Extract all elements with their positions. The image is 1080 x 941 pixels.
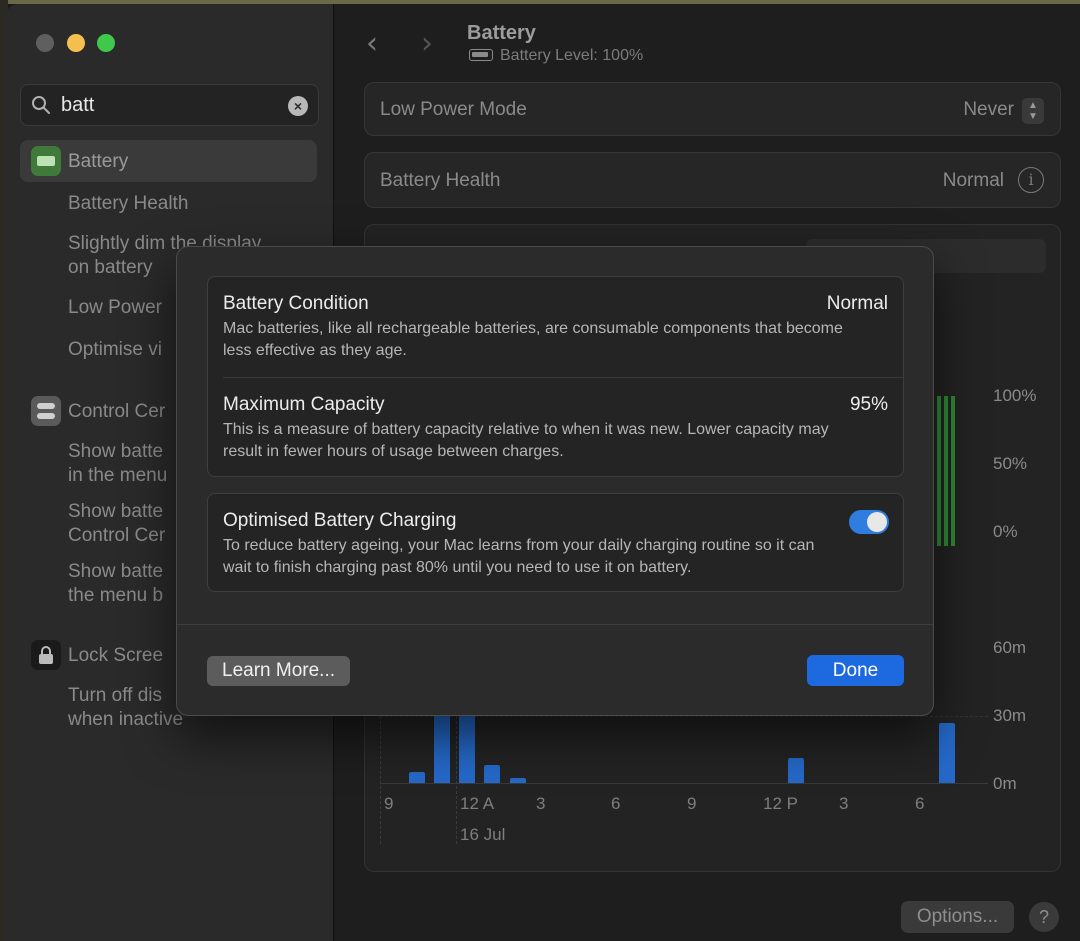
battery-health-value: Normal [942,170,1004,191]
sidebar-item-label: Battery [68,151,129,172]
sidebar-subitem-show-battery[interactable]: Show batte [68,440,163,464]
learn-more-button[interactable]: Learn More... [207,656,350,686]
x-tick: 12 A [460,794,495,813]
usage-tick-0m: 0m [993,774,1017,793]
usage-bar [939,723,955,783]
toggle-knob [867,512,887,532]
low-power-mode-row: Low Power Mode Never ▲ ▼ [364,82,1061,136]
x-tick: 3 [536,794,546,813]
sidebar-item-control-centre[interactable]: Control Cer [68,400,165,424]
battery-health-row: Battery Health Normal i [364,152,1061,208]
low-power-mode-label: Low Power Mode [380,99,527,120]
max-capacity-title: Maximum Capacity [223,394,385,415]
sidebar-subitem-turn-off-display[interactable]: Turn off dis [68,684,162,708]
sidebar-subitem-battery-health[interactable]: Battery Health [68,192,188,216]
clear-search-icon[interactable]: × [288,96,308,116]
battery-icon [31,146,61,176]
sidebar-subitem-low-power[interactable]: Low Power [68,296,162,320]
lock-icon [31,640,61,670]
low-power-mode-value[interactable]: Never [963,99,1014,121]
usage-tick-30m: 30m [993,706,1027,725]
minimize-window-button[interactable] [67,34,85,52]
usage-bar [788,758,804,783]
optimised-charging-toggle[interactable] [849,510,889,534]
done-button[interactable]: Done [807,655,904,686]
level-tick-100: 100% [993,386,1037,405]
sheet-divider [177,624,933,625]
sidebar-subitem-turn-off-display-line2: when inactive [68,709,184,730]
optimised-charging-title: Optimised Battery Charging [223,510,457,531]
optimised-charging-desc: To reduce battery ageing, your Mac learn… [223,537,815,576]
usage-bar [484,765,500,783]
sidebar-subitem-show-battery-menu[interactable]: Show batte [68,560,163,584]
battery-condition-title: Battery Condition [223,293,369,314]
battery-condition-value: Normal [826,293,888,314]
search-icon [32,96,50,114]
sidebar-subitem-show-battery-cc-line2: Control Cer [68,525,166,546]
close-window-button[interactable] [36,34,54,52]
usage-bar [409,772,425,783]
battery-level-bar [944,396,948,546]
max-capacity-value: 95% [849,394,888,415]
sidebar-item-lock-screen[interactable]: Lock Scree [68,644,163,668]
system-settings-window: × Battery Battery Health Slightly dim th… [6,4,1080,941]
x-tick: 9 [687,794,697,813]
zoom-window-button[interactable] [97,34,115,52]
sidebar-subitem-optimise[interactable]: Optimise vi [68,338,162,362]
search-input[interactable] [61,91,281,119]
chart-vline [380,716,381,844]
battery-level-bar [951,396,955,546]
popup-stepper-icon[interactable]: ▲ ▼ [1022,98,1044,124]
x-tick: 6 [611,794,621,813]
help-button[interactable]: ? [1029,902,1059,932]
battery-level-icon [469,49,493,61]
x-tick: 3 [839,794,849,813]
info-icon[interactable]: i [1018,167,1044,193]
optimised-charging-card: Optimised Battery Charging To reduce bat… [207,493,904,592]
level-tick-50: 50% [993,454,1028,473]
sidebar-subitem-show-battery-menu-line2: the menu b [68,585,164,606]
usage-bar [459,712,475,783]
date-label: 16 Jul [460,825,506,844]
usage-bar [510,778,526,783]
back-chevron-icon[interactable]: ‹ [366,26,378,61]
page-title: Battery [467,22,536,44]
level-tick-0: 0% [993,522,1018,541]
forward-chevron-icon[interactable]: › [421,26,433,61]
chart-vline [456,716,457,844]
usage-tick-60m: 60m [993,638,1027,657]
max-capacity-desc: This is a measure of battery capacity re… [223,421,829,460]
x-tick: 9 [384,794,394,813]
battery-health-label: Battery Health [380,170,501,191]
usage-baseline [380,783,988,784]
options-button[interactable]: Options... [901,901,1014,933]
battery-condition-desc: Mac batteries, like all rechargeable bat… [223,320,843,359]
battery-health-sheet: Battery Condition Normal Mac batteries, … [176,246,934,716]
sidebar-subitem-dim-display-line2: on battery [68,257,153,278]
x-tick: 6 [915,794,925,813]
sidebar-subitem-show-battery-cc[interactable]: Show batte [68,500,163,524]
sidebar-subitem-show-battery-line2: in the menu [68,465,168,486]
battery-level-text: Battery Level: 100% [500,47,644,64]
battery-info-card: Battery Condition Normal Mac batteries, … [207,276,904,477]
card-separator [223,377,903,378]
control-centre-icon [31,396,61,426]
x-tick: 12 P [763,794,798,813]
usage-bar [434,712,450,783]
battery-level-bar [937,396,941,546]
sidebar-item-battery[interactable] [20,140,317,182]
search-field[interactable]: × [20,84,319,126]
